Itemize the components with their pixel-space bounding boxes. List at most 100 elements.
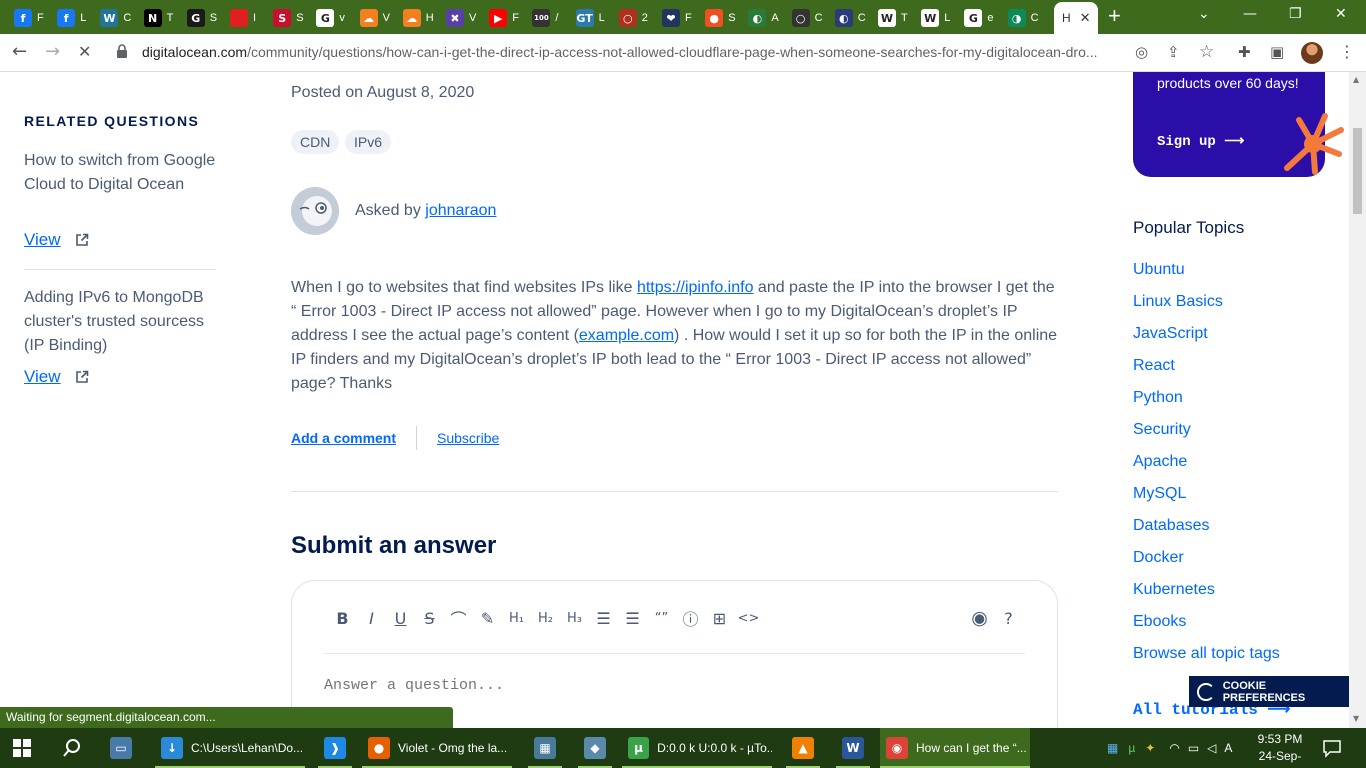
info-icon[interactable]: ⓘ [676,607,705,629]
signup-button[interactable]: Sign up ⟶ [1157,133,1244,150]
taskbar-app-calculator[interactable]: ▦ [528,728,562,768]
topic-link[interactable]: Ebooks [1133,613,1186,631]
highlight-icon[interactable]: ✎ [473,607,502,629]
topic-link[interactable]: React [1133,357,1175,375]
scroll-down-arrow-icon[interactable]: ▼ [1353,714,1359,723]
browser-tab-1[interactable]: fF [14,4,44,32]
close-window-button[interactable]: ✕ [1335,6,1347,22]
attachment-icon[interactable]: ⌒ [444,607,473,629]
browser-tab-20[interactable]: ◐ C [834,4,866,32]
browser-tab-3[interactable]: WC [100,4,131,32]
bullet-list-icon[interactable]: ☰ [589,607,618,629]
extensions-icon[interactable]: ✚ [1238,42,1251,62]
topic-link[interactable]: Apache [1133,453,1187,471]
lock-icon[interactable] [116,44,128,58]
taskbar-app-utorrent[interactable]: µ D:0.0 k U:0.0 k - µTo... [622,728,772,768]
minimize-button[interactable]: — [1243,6,1257,22]
numbered-list-icon[interactable]: ☰ [618,607,647,629]
scroll-thumb[interactable] [1353,128,1362,214]
address-bar[interactable]: digitalocean.com/community/questions/how… [142,44,1122,60]
topic-link[interactable]: Databases [1133,517,1210,535]
notifications-button[interactable] [1322,728,1342,768]
related-question-2[interactable]: Adding IPv6 to MongoDB cluster's trusted… [24,286,224,358]
browser-tab-19[interactable]: ○ C [791,4,823,32]
start-button[interactable] [12,728,32,768]
taskbar-app-chrome[interactable]: ◉ How can I get the “... [880,728,1030,768]
author-link[interactable]: johnaraon [425,202,496,219]
related-question-1[interactable]: How to switch from Google Cloud to Digit… [24,149,224,197]
taskbar-app-download-folder[interactable]: ↓ C:\Users\Lehan\Do... [155,728,305,768]
tag-cdn[interactable]: CDN [291,130,340,154]
subscribe-button[interactable]: Subscribe [437,430,499,446]
add-comment-button[interactable]: Add a comment [291,430,396,446]
heading1-icon[interactable]: H₁ [502,607,531,629]
tray-colorful-icon[interactable]: ✦ [1145,741,1155,755]
browser-tab-13[interactable]: 100 / [532,4,558,32]
grid-icon[interactable]: ⊞ [705,607,734,629]
related-question-2-view-link[interactable]: View [24,367,89,387]
browser-tab-15[interactable]: ○ 2 [618,4,648,32]
author-avatar[interactable] [291,187,339,235]
tray-utorrent-icon[interactable]: µ [1128,741,1135,755]
browser-tab-21[interactable]: WT [878,4,908,32]
browser-tab-5[interactable]: GS [186,4,217,32]
browser-tab-24[interactable]: ◑ C [1007,4,1039,32]
browser-tab-4[interactable]: NT [143,4,173,32]
browser-tab-9[interactable]: ☁ V [359,4,390,32]
scroll-up-arrow-icon[interactable]: ▲ [1353,75,1359,84]
topic-link[interactable]: Browse all topic tags [1133,645,1280,663]
heading2-icon[interactable]: H₂ [531,607,560,629]
eye-off-icon[interactable]: ◎ [1135,42,1148,62]
topic-link[interactable]: Ubuntu [1133,261,1185,279]
menu-icon[interactable]: ⋮ [1339,42,1355,62]
browser-tab-14[interactable]: GT L [575,4,605,32]
help-icon[interactable]: ? [994,607,1023,629]
wifi-icon[interactable]: ◠ [1169,741,1179,755]
tag-ipv6[interactable]: IPv6 [345,130,392,154]
bold-icon[interactable]: B [328,607,357,629]
new-tab-button[interactable]: + [1108,5,1121,27]
tab-search-icon[interactable]: ⌄ [1198,6,1210,22]
heading3-icon[interactable]: H₃ [560,607,589,629]
browser-tab-22[interactable]: WL [921,4,950,32]
battery-icon[interactable]: ▭ [1188,741,1199,755]
code-icon[interactable]: <> [734,607,763,629]
underline-icon[interactable]: U [386,607,415,629]
share-icon[interactable]: ⇪ [1167,42,1180,62]
topic-link[interactable]: Linux Basics [1133,293,1223,311]
bookmark-star-icon[interactable]: ☆ [1199,42,1214,62]
language-icon[interactable]: A [1224,741,1232,755]
browser-tab-16[interactable]: ❤ F [662,4,692,32]
ipinfo-link[interactable]: https://ipinfo.info [637,279,754,296]
page-scrollbar[interactable]: ▲ ▼ [1349,72,1366,728]
topic-link[interactable]: JavaScript [1133,325,1208,343]
browser-tab-6[interactable]: I [230,4,256,32]
strikethrough-icon[interactable]: S [415,607,444,629]
active-tab[interactable]: H ✕ [1054,2,1098,34]
browser-tab-18[interactable]: ◐ A [748,4,779,32]
profile-avatar[interactable] [1301,42,1323,64]
restore-button[interactable]: ❐ [1289,6,1302,22]
forward-button[interactable]: → [45,42,60,62]
browser-tab-12[interactable]: ▶ F [489,4,519,32]
topic-link[interactable]: MySQL [1133,485,1186,503]
topic-link[interactable]: Security [1133,421,1191,439]
topic-link[interactable]: Python [1133,389,1183,407]
close-tab-icon[interactable]: ✕ [1080,10,1091,26]
browser-tab-7[interactable]: SS [273,4,304,32]
quote-icon[interactable]: “” [647,607,676,629]
browser-tab-17[interactable]: ● S [705,4,736,32]
search-button[interactable] [62,728,82,768]
italic-icon[interactable]: I [357,607,386,629]
side-panel-icon[interactable]: ▣ [1270,42,1284,62]
browser-tab-11[interactable]: ✖ V [446,4,476,32]
taskbar-app-paint[interactable]: ◆ [578,728,612,768]
answer-input[interactable] [324,677,924,694]
cookie-preferences-button[interactable]: COOKIE PREFERENCES [1189,676,1349,707]
browser-tab-8[interactable]: Gv [316,4,345,32]
topic-link[interactable]: Kubernetes [1133,581,1215,599]
back-button[interactable]: ← [12,42,27,62]
tray-app-icon[interactable]: ▦ [1107,741,1118,755]
browser-tab-2[interactable]: fL [57,4,86,32]
taskbar-app-vscode[interactable]: ❱ [318,728,352,768]
